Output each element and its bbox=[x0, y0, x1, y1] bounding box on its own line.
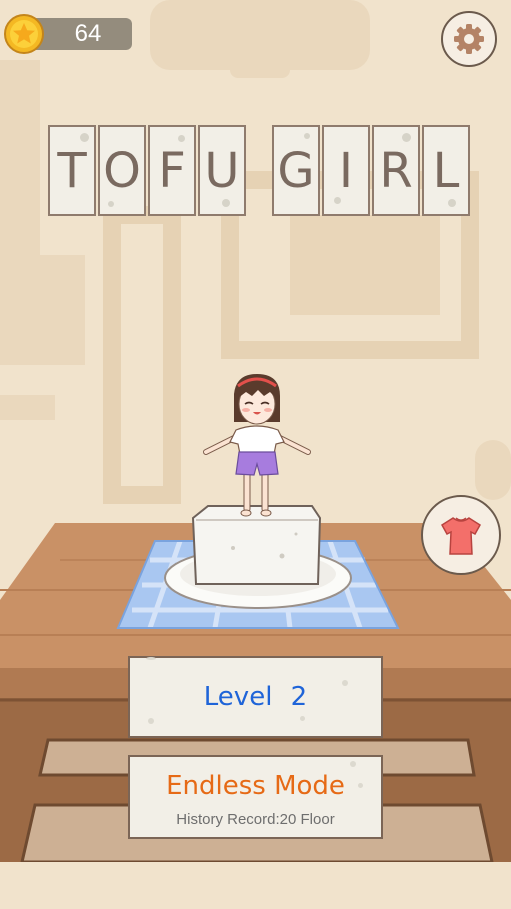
title-letter: T bbox=[48, 125, 96, 216]
title-letter: O bbox=[98, 125, 146, 216]
title-letter: F bbox=[148, 125, 196, 216]
endless-mode-label: Endless Mode bbox=[166, 771, 345, 801]
title-letter: U bbox=[198, 125, 246, 216]
level-button[interactable]: Level 2 bbox=[128, 656, 383, 738]
gear-icon bbox=[454, 24, 484, 54]
endless-mode-button[interactable]: Endless Mode History Record:20 Floor bbox=[128, 755, 383, 839]
title-letter: R bbox=[372, 125, 420, 216]
history-record-label: History Record:20 Floor bbox=[176, 811, 335, 828]
settings-button[interactable] bbox=[441, 11, 497, 67]
title-letter: L bbox=[422, 125, 470, 216]
shirt-icon bbox=[441, 517, 481, 555]
title-word-tofu: T O F U bbox=[48, 125, 248, 216]
star-coin-icon bbox=[4, 14, 44, 54]
coin-counter: 64 bbox=[4, 14, 132, 54]
tofu-girl-character bbox=[203, 374, 311, 517]
title-letter: I bbox=[322, 125, 370, 216]
title-letter: G bbox=[272, 125, 320, 216]
title-word-girl: G I R L bbox=[272, 125, 472, 216]
outfit-button[interactable] bbox=[421, 495, 501, 575]
coin-count: 64 bbox=[74, 20, 102, 47]
level-label: Level 2 bbox=[203, 682, 308, 712]
